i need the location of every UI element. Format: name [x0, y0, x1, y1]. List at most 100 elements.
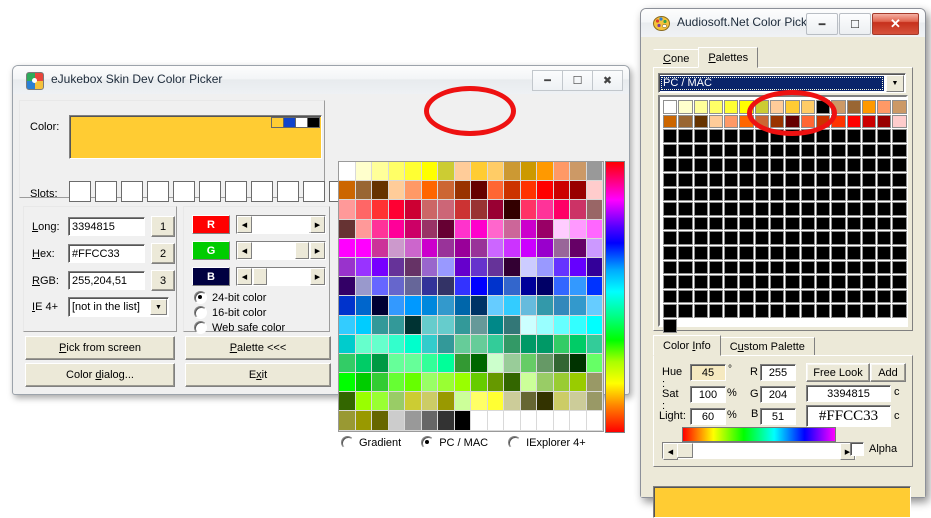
palette-swatch[interactable]	[487, 277, 504, 297]
palette-swatch[interactable]	[570, 162, 587, 182]
palette-swatch[interactable]	[438, 392, 455, 412]
palette-swatch[interactable]	[520, 277, 537, 297]
palette-swatch[interactable]	[892, 231, 907, 245]
right-palette-grid[interactable]	[663, 100, 907, 333]
palette-swatch[interactable]	[388, 162, 405, 182]
palette-swatch[interactable]	[708, 129, 724, 143]
palette-swatch[interactable]	[846, 143, 861, 158]
palette-swatch[interactable]	[520, 181, 537, 201]
palette-swatch[interactable]	[553, 257, 570, 278]
palette-swatch[interactable]	[678, 143, 693, 158]
palette-swatch[interactable]	[693, 289, 708, 304]
palette-swatch[interactable]	[372, 392, 389, 412]
palette-swatch[interactable]	[339, 257, 356, 278]
arrow-left-icon[interactable]: ◀	[237, 216, 252, 233]
palette-swatch[interactable]	[770, 100, 785, 114]
hex-value-field[interactable]: #FFCC33	[806, 405, 891, 427]
rgb-value-field[interactable]: 255,204,51	[68, 271, 145, 290]
palette-swatch[interactable]	[770, 202, 785, 216]
palette-swatch[interactable]	[355, 162, 372, 182]
palette-swatch[interactable]	[405, 238, 422, 258]
hue-strip[interactable]	[605, 161, 625, 433]
alpha-checkbox-row[interactable]: Alpha	[850, 442, 897, 456]
palette-swatch[interactable]	[861, 275, 877, 289]
palette-swatch[interactable]	[339, 411, 356, 431]
palette-swatch[interactable]	[800, 187, 815, 202]
palette-swatch[interactable]	[438, 162, 455, 182]
palette-swatch[interactable]	[372, 277, 389, 297]
palette-swatch[interactable]	[355, 219, 372, 239]
palette-swatch[interactable]	[693, 202, 708, 216]
palette-swatch[interactable]	[372, 238, 389, 258]
palette-swatch[interactable]	[877, 216, 892, 231]
arrow-left-icon[interactable]: ◀	[663, 443, 678, 460]
palette-swatch[interactable]	[754, 143, 770, 158]
palette-swatch[interactable]	[586, 200, 603, 220]
palette-swatch[interactable]	[537, 353, 554, 374]
palette-swatch[interactable]	[570, 238, 587, 258]
palette-swatch[interactable]	[405, 334, 422, 354]
palette-swatch[interactable]	[487, 238, 504, 258]
palette-swatch[interactable]	[520, 200, 537, 220]
palette-swatch[interactable]	[678, 129, 693, 143]
palette-swatch[interactable]	[770, 187, 785, 202]
palette-swatch[interactable]	[861, 158, 877, 172]
color-dialog-button[interactable]: Color dialog...	[25, 363, 175, 387]
palette-swatch[interactable]	[754, 289, 770, 304]
palette-swatch[interactable]	[693, 245, 708, 260]
palette-swatch[interactable]	[454, 315, 471, 335]
palette-swatch[interactable]	[504, 162, 521, 182]
palette-swatch[interactable]	[372, 219, 389, 239]
maximize-icon[interactable]: ☐	[562, 70, 593, 91]
palette-swatch[interactable]	[471, 219, 488, 239]
palette-swatch[interactable]	[586, 411, 603, 431]
palette-swatch[interactable]	[800, 114, 815, 129]
palette-swatch[interactable]	[520, 257, 537, 278]
palette-swatch[interactable]	[770, 304, 785, 318]
palette-swatch[interactable]	[831, 231, 846, 245]
palette-swatch[interactable]	[846, 231, 861, 245]
palette-swatch[interactable]	[800, 100, 815, 114]
palette-swatch[interactable]	[471, 411, 488, 431]
palette-swatch[interactable]	[421, 373, 438, 393]
palette-swatch[interactable]	[553, 219, 570, 239]
palette-swatch[interactable]	[770, 129, 785, 143]
hex-copy-button[interactable]: 2	[151, 243, 175, 264]
palette-swatch[interactable]	[339, 373, 356, 393]
palette-swatch[interactable]	[388, 181, 405, 201]
palette-swatch[interactable]	[471, 373, 488, 393]
palette-swatch[interactable]	[754, 187, 770, 202]
palette-swatch[interactable]	[355, 353, 372, 374]
palette-swatch[interactable]	[520, 315, 537, 335]
palette-swatch[interactable]	[785, 129, 800, 143]
palette-swatch[interactable]	[785, 187, 800, 202]
palette-swatch[interactable]	[800, 216, 815, 231]
palette-swatch[interactable]	[372, 353, 389, 374]
palette-swatch[interactable]	[663, 172, 678, 187]
palette-swatch[interactable]	[504, 200, 521, 220]
palette-swatch[interactable]	[537, 162, 554, 182]
tab-color-info[interactable]: Color Info	[653, 335, 721, 356]
palette-swatch[interactable]	[877, 172, 892, 187]
palette-swatch[interactable]	[537, 296, 554, 316]
palette-swatch[interactable]	[693, 275, 708, 289]
palette-swatch[interactable]	[570, 392, 587, 412]
palette-swatch[interactable]	[421, 238, 438, 258]
palette-swatch[interactable]	[339, 181, 356, 201]
palette-swatch[interactable]	[693, 158, 708, 172]
palette-button[interactable]: Palette <<<	[185, 336, 331, 360]
close-icon[interactable]: ✕	[872, 13, 919, 35]
palette-swatch[interactable]	[520, 238, 537, 258]
palette-swatch[interactable]	[454, 238, 471, 258]
palette-swatch[interactable]	[877, 158, 892, 172]
palette-swatch[interactable]	[372, 296, 389, 316]
palette-swatch[interactable]	[877, 245, 892, 260]
palette-swatch[interactable]	[846, 289, 861, 304]
palette-swatch[interactable]	[553, 181, 570, 201]
palette-swatch[interactable]	[831, 187, 846, 202]
palette-swatch[interactable]	[553, 296, 570, 316]
palette-swatch[interactable]	[724, 187, 739, 202]
palette-swatch[interactable]	[454, 200, 471, 220]
palette-swatch[interactable]	[438, 181, 455, 201]
palette-swatch[interactable]	[355, 257, 372, 278]
